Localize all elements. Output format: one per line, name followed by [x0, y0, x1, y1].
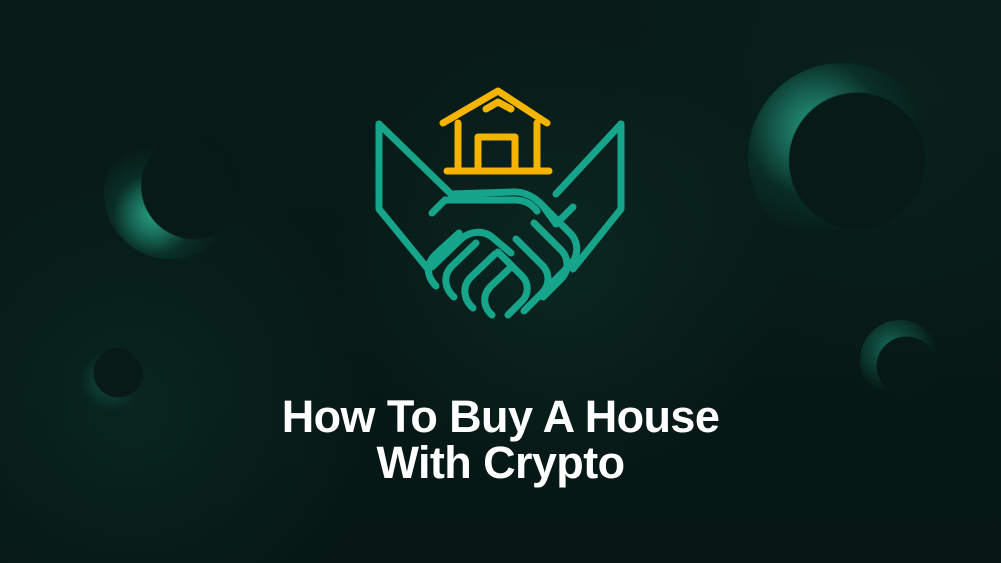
house-icon: [439, 87, 553, 175]
decorative-orb-right: [748, 63, 936, 251]
handshake-icon: [375, 120, 625, 319]
decorative-orb-left: [104, 127, 236, 259]
decorative-orb-left-small: [75, 346, 145, 416]
title-line-1: How To Buy A House: [281, 391, 720, 442]
hero-banner: How To Buy A House With Crypto: [0, 0, 1001, 563]
house-and-handshake-illustration: [375, 87, 625, 319]
page-title: How To Buy A House With Crypto: [200, 394, 801, 486]
title-line-2: With Crypto: [376, 437, 626, 488]
decorative-orb-right-small: [860, 320, 940, 400]
